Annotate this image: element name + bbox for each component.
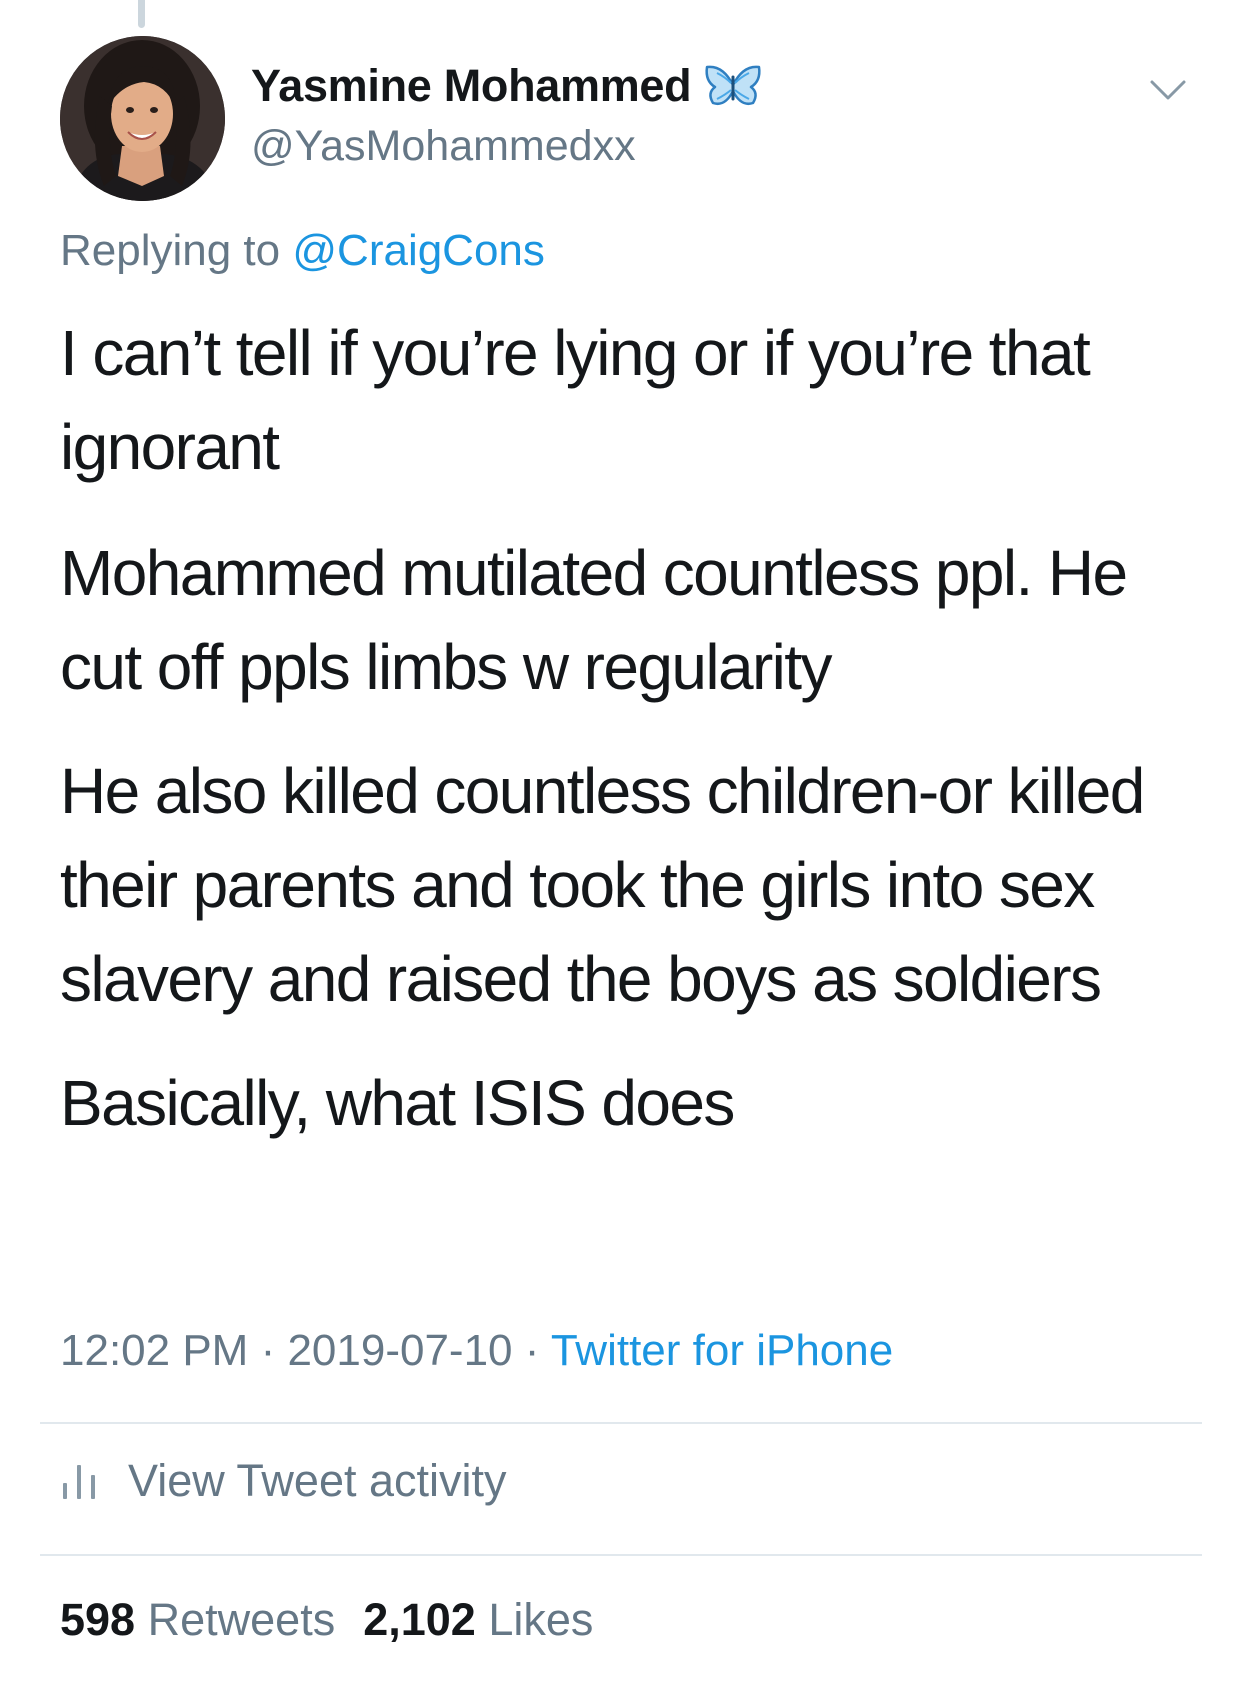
- retweets-count: 598: [60, 1594, 136, 1645]
- tweet-paragraph: Mohammed mutilated countless ppl. He cut…: [60, 537, 1128, 703]
- replying-to: Replying to @CraigCons: [60, 226, 545, 276]
- likes-stat[interactable]: 2,102 Likes: [363, 1594, 593, 1645]
- divider: [40, 1554, 1202, 1556]
- tweet-header: Yasmine Mohammed @YasMohammedxx: [60, 36, 1200, 206]
- retweets-label: Retweets: [147, 1594, 336, 1645]
- tweet-metadata: 12:02 PM · 2019-07-10 · Twitter for iPho…: [60, 1326, 893, 1376]
- avatar-photo: [60, 36, 225, 201]
- tweet-text: I can’t tell if you’re lying or if you’r…: [60, 306, 1200, 1180]
- tweet-paragraph: He also killed countless children-or kil…: [60, 755, 1145, 1015]
- bar-chart-icon: [63, 1465, 95, 1499]
- butterfly-icon: [705, 65, 761, 105]
- meta-separator: ·: [512, 1326, 551, 1375]
- tweet-detail: Yasmine Mohammed @YasMohammedxx Replying…: [0, 0, 1242, 1682]
- tweet-date: 2019-07-10: [287, 1326, 513, 1375]
- tweet-paragraph: I can’t tell if you’re lying or if you’r…: [60, 317, 1091, 483]
- chevron-down-icon[interactable]: [1148, 76, 1188, 104]
- tweet-time: 12:02 PM: [60, 1326, 249, 1375]
- likes-count: 2,102: [363, 1594, 476, 1645]
- meta-separator: ·: [248, 1326, 288, 1375]
- author-name-row: Yasmine Mohammed: [251, 60, 763, 112]
- divider: [40, 1422, 1202, 1424]
- tweet-source-link[interactable]: Twitter for iPhone: [551, 1326, 893, 1375]
- view-tweet-activity-label: View Tweet activity: [128, 1455, 507, 1506]
- tweet-paragraph: Basically, what ISIS does: [60, 1067, 735, 1139]
- likes-label: Likes: [488, 1594, 594, 1645]
- author-display-name[interactable]: Yasmine Mohammed: [251, 60, 692, 112]
- author-handle[interactable]: @YasMohammedxx: [251, 122, 636, 171]
- view-tweet-activity-button[interactable]: View Tweet activity: [60, 1455, 507, 1507]
- retweets-stat[interactable]: 598 Retweets: [60, 1594, 335, 1645]
- thread-connector-line: [138, 0, 145, 28]
- replying-to-label: Replying to: [60, 226, 281, 275]
- tweet-stats: 598 Retweets 2,102 Likes: [60, 1594, 593, 1646]
- reply-mention-link[interactable]: @CraigCons: [292, 226, 545, 275]
- avatar[interactable]: [60, 36, 225, 201]
